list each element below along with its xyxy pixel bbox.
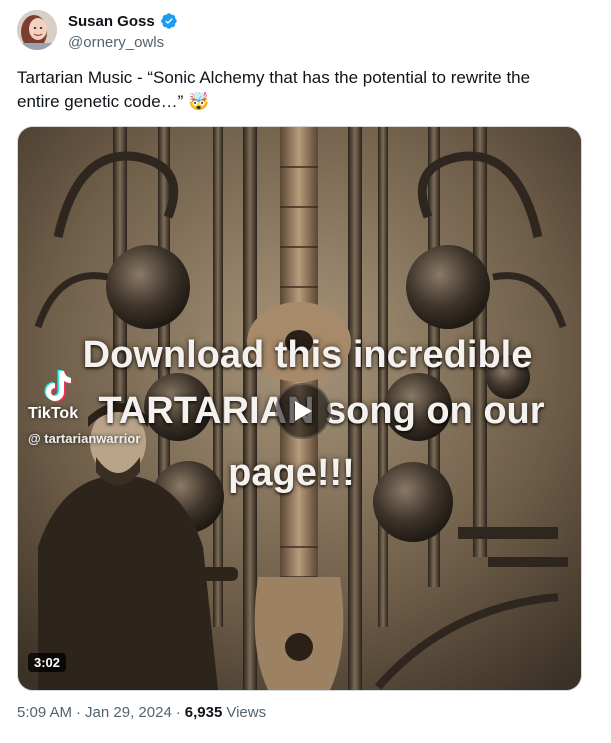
display-name[interactable]: Susan Goss <box>68 13 155 30</box>
author-handle[interactable]: @ornery_owls <box>68 34 164 51</box>
views-label: Views <box>226 704 267 721</box>
meta-separator: · <box>76 704 82 721</box>
tweet-meta: 5:09 AM · Jan 29, 2024 · 6,935 Views <box>17 704 266 721</box>
video-caption-line1: Download this incredible <box>82 334 533 376</box>
tweet-text-line2-wrap: entire genetic code…” 🤯 <box>17 90 587 114</box>
play-button[interactable] <box>275 383 331 439</box>
tweet-text: Tartarian Music - “Sonic Alchemy that ha… <box>17 66 587 114</box>
author-name-row: Susan Goss <box>68 12 178 30</box>
meta-separator: · <box>175 704 181 721</box>
verified-badge-icon <box>160 13 177 29</box>
video-duration: 3:02 <box>28 653 67 672</box>
exploding-head-emoji: 🤯 <box>188 92 210 111</box>
video-player[interactable]: TikTok @ tartarianwarrior Download this … <box>17 126 582 691</box>
views-count: 6,935 <box>184 704 223 721</box>
video-caption-line3: page!!! <box>228 452 355 494</box>
avatar[interactable] <box>17 10 57 50</box>
tweet-text-line2: entire genetic code…” <box>17 92 184 111</box>
tweet-card: Susan Goss @ornery_owls Tartarian Music … <box>0 0 611 743</box>
tweet-time[interactable]: 5:09 AM <box>17 704 72 721</box>
tweet-date[interactable]: Jan 29, 2024 <box>85 704 172 721</box>
play-icon <box>295 401 312 421</box>
tweet-text-line1: Tartarian Music - “Sonic Alchemy that ha… <box>17 68 531 87</box>
